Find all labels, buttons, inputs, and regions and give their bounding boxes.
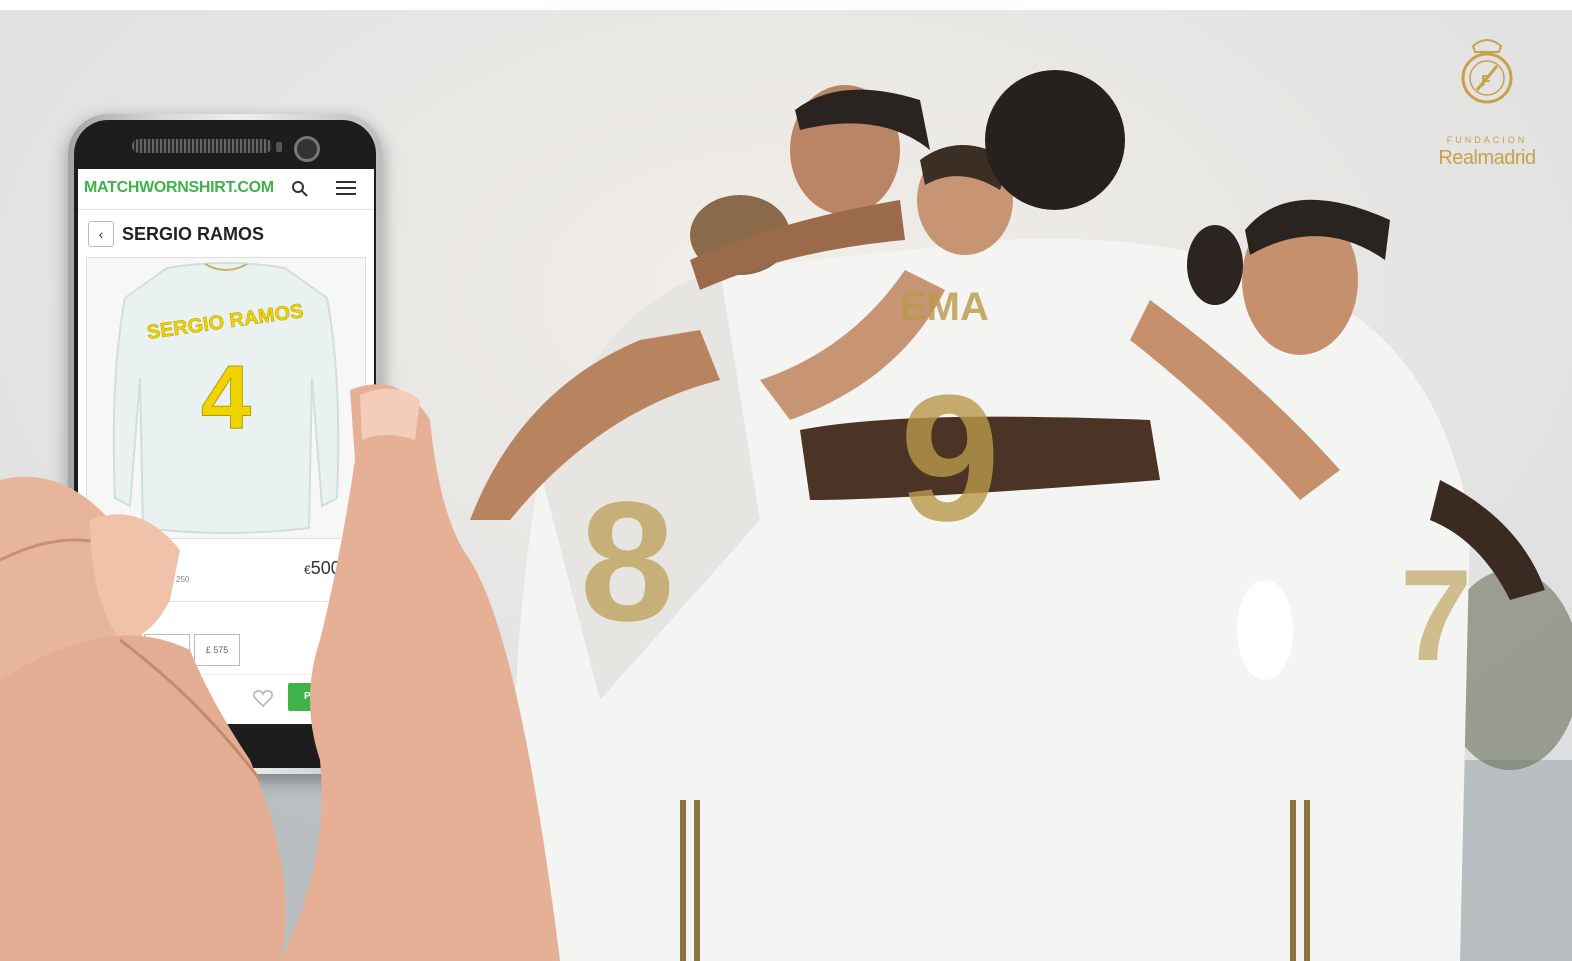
svg-text:8: 8 <box>580 467 675 657</box>
back-icon[interactable]: ‹ <box>88 221 114 247</box>
time-left: u 08m 46s <box>120 701 163 711</box>
current-bid-amount: €500 <box>304 558 341 579</box>
my-bid: bid £ 500 <box>128 683 174 697</box>
my-bid-label: bid <box>128 686 142 697</box>
bid-option-550[interactable]: £ 550 <box>144 634 190 666</box>
place-bid-button[interactable]: PLACE BID <box>288 683 374 711</box>
fundacion-realmadrid-logo: F FUNDACION Realmadrid <box>1428 34 1546 169</box>
phone-speaker <box>132 139 272 153</box>
svg-text:F: F <box>1481 73 1491 90</box>
page-title: SERGIO RAMOS <box>122 224 265 244</box>
heart-icon[interactable] <box>252 687 274 709</box>
divider <box>86 601 366 602</box>
svg-text:9: 9 <box>900 358 1000 559</box>
bid-footer: bid £ 500 u 08m 46s PLACE BID <box>78 674 374 724</box>
current-bid-label: Cu <box>92 560 106 571</box>
phone-camera <box>294 136 320 162</box>
smartphone: MATCHWORNSHIRT.COM ‹ SERGIO RAMOS SERGIO… <box>68 114 382 774</box>
app-header: MATCHWORNSHIRT.COM <box>78 169 374 210</box>
current-bid-value: 500 <box>310 558 341 578</box>
site-logo[interactable]: MATCHWORNSHIRT.COM <box>84 179 274 197</box>
shirt-image[interactable]: SERGIO RAMOS 4 <box>86 257 366 539</box>
currency-symbol: € <box>304 563 311 577</box>
shirt-illustration: SERGIO RAMOS 4 <box>112 262 340 534</box>
search-icon[interactable] <box>290 179 310 199</box>
fundacion-label: FUNDACION <box>1446 135 1528 145</box>
svg-text:7: 7 <box>1400 542 1472 688</box>
shirt-number-print: 4 <box>201 348 251 448</box>
svg-text:EMA: EMA <box>900 285 989 329</box>
crest-icon: F <box>1461 39 1513 104</box>
bid-option-575[interactable]: £ 575 <box>194 634 240 666</box>
realmadrid-label: Realmadrid <box>1438 147 1536 169</box>
phone-sensor <box>276 142 282 152</box>
my-bid-amount: £ 500 <box>144 683 175 697</box>
menu-icon[interactable] <box>336 181 356 197</box>
phone-screen: MATCHWORNSHIRT.COM ‹ SERGIO RAMOS SERGIO… <box>78 169 374 724</box>
current-bid-sub: 250 <box>176 575 190 584</box>
